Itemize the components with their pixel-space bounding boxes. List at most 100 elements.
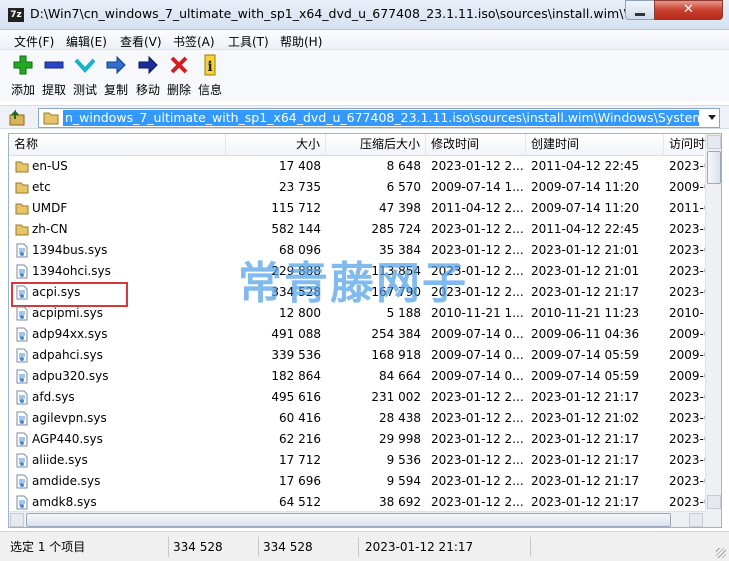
cell-packed-size: 28 438 xyxy=(379,411,421,425)
menu-tools[interactable]: 工具(T) xyxy=(228,33,269,50)
close-button[interactable]: ✕ xyxy=(654,0,723,20)
scroll-right-icon[interactable] xyxy=(689,513,703,527)
menu-file[interactable]: 文件(F) xyxy=(14,33,54,50)
column-size[interactable]: 大小 xyxy=(226,134,326,156)
cell-modified: 2009-07-14 0... xyxy=(431,348,524,362)
cell-size: 17 696 xyxy=(279,474,321,488)
cell-created: 2023-01-12 21:02 xyxy=(531,411,640,425)
cell-modified: 2023-01-12 2... xyxy=(431,453,524,467)
vertical-scrollbar[interactable] xyxy=(705,134,721,511)
minimize-button[interactable] xyxy=(625,0,655,20)
file-row[interactable]: AGP440.sys 62 216 29 998 2023-01-12 2... 202… xyxy=(9,429,712,450)
address-dropdown-icon[interactable] xyxy=(708,115,716,120)
cell-created: 2010-11-21 11:23 xyxy=(531,306,640,320)
column-name[interactable]: 名称 xyxy=(9,134,226,156)
file-row[interactable]: adpu320.sys 182 864 84 664 2009-07-14 0... 2… xyxy=(9,366,712,387)
toolbar: 添加 提取 测试 复制 移动 删除 i 信息 xyxy=(0,50,729,102)
cell-name: adp94xx.sys xyxy=(32,327,108,341)
cell-created: 2011-04-12 22:45 xyxy=(531,159,640,173)
address-path[interactable]: n_windows_7_ultimate_with_sp1_x64_dvd_u_… xyxy=(63,110,699,126)
file-row[interactable]: amdide.sys 17 696 9 594 2023-01-12 2... 2023… xyxy=(9,471,712,492)
cell-size: 60 416 xyxy=(279,411,321,425)
scroll-left-icon[interactable] xyxy=(10,513,24,527)
app-icon: 7z xyxy=(8,8,24,22)
cell-packed-size: 231 002 xyxy=(371,390,421,404)
move-icon xyxy=(138,55,158,75)
cell-name: etc xyxy=(32,180,51,194)
cell-size: 64 512 xyxy=(279,495,321,509)
cell-name: adpahci.sys xyxy=(32,348,103,362)
status-size: 334 528 xyxy=(168,537,256,557)
cell-modified: 2023-01-12 2... xyxy=(431,474,524,488)
delete-icon xyxy=(170,56,188,74)
add-button[interactable]: 添加 xyxy=(8,54,38,98)
cell-size: 491 088 xyxy=(271,327,321,341)
move-button[interactable]: 移动 xyxy=(133,54,163,98)
menu-edit[interactable]: 编辑(E) xyxy=(66,33,107,50)
cell-modified: 2009-07-14 0... xyxy=(431,369,524,383)
file-list[interactable]: 名称 大小 压缩后大小 修改时间 创建时间 访问时 en-US 17 408 8 6… xyxy=(8,133,722,528)
cell-packed-size: 254 384 xyxy=(371,327,421,341)
copy-button[interactable]: 复制 xyxy=(101,54,131,98)
menu-bookmarks[interactable]: 书签(A) xyxy=(173,33,215,50)
file-row[interactable]: UMDF 115 712 47 398 2011-04-12 2... 2009-07-… xyxy=(9,198,712,219)
horizontal-scroll-thumb[interactable] xyxy=(26,513,671,527)
cell-packed-size: 84 664 xyxy=(379,369,421,383)
test-icon xyxy=(74,58,96,73)
file-row[interactable]: zh-CN 582 144 285 724 2023-01-12 2... 2011-0… xyxy=(9,219,712,240)
file-row[interactable]: etc 23 735 6 570 2009-07-14 1... 2009-07-14 … xyxy=(9,177,712,198)
cell-packed-size: 285 724 xyxy=(371,222,421,236)
column-created[interactable]: 创建时间 xyxy=(526,134,664,156)
file-row[interactable]: amdk8.sys 64 512 38 692 2023-01-12 2... 2023… xyxy=(9,492,712,513)
address-field[interactable]: n_windows_7_ultimate_with_sp1_x64_dvd_u_… xyxy=(38,108,720,128)
file-row[interactable]: agilevpn.sys 60 416 28 438 2023-01-12 2... 2… xyxy=(9,408,712,429)
address-bar: n_windows_7_ultimate_with_sp1_x64_dvd_u_… xyxy=(0,105,729,129)
watermark: 常青藤网子 xyxy=(238,258,468,309)
cell-modified: 2023-01-12 2... xyxy=(431,411,524,425)
cell-created: 2009-06-11 04:36 xyxy=(531,327,640,341)
cell-packed-size: 29 998 xyxy=(379,432,421,446)
cell-created: 2023-01-12 21:01 xyxy=(531,264,640,278)
cell-packed-size: 9 594 xyxy=(386,474,421,488)
file-row[interactable]: afd.sys 495 616 231 002 2023-01-12 2... 2023… xyxy=(9,387,712,408)
info-button[interactable]: i 信息 xyxy=(195,54,225,98)
cell-size: 62 216 xyxy=(279,432,321,446)
vertical-scroll-thumb[interactable] xyxy=(707,151,721,184)
column-modified[interactable]: 修改时间 xyxy=(426,134,526,156)
delete-button[interactable]: 删除 xyxy=(164,54,194,98)
cell-modified: 2023-01-12 2... xyxy=(431,159,524,173)
cell-packed-size: 8 648 xyxy=(386,159,421,173)
file-row[interactable]: en-US 17 408 8 648 2023-01-12 2... 2011-04-1… xyxy=(9,156,712,177)
add-icon xyxy=(13,55,33,75)
scroll-down-icon[interactable] xyxy=(707,495,721,509)
scroll-corner xyxy=(705,511,721,527)
resize-grip[interactable] xyxy=(716,548,726,558)
cell-name: afd.sys xyxy=(32,390,75,404)
column-packed-size[interactable]: 压缩后大小 xyxy=(326,134,426,156)
file-row[interactable]: adp94xx.sys 491 088 254 384 2009-07-14 0...… xyxy=(9,324,712,345)
horizontal-scrollbar[interactable] xyxy=(9,511,705,527)
cell-modified: 2023-01-12 2... xyxy=(431,495,524,509)
extract-icon xyxy=(44,61,64,69)
status-selected: 选定 1 个项目 xyxy=(10,540,86,554)
menu-help[interactable]: 帮助(H) xyxy=(280,33,322,50)
cell-packed-size: 38 692 xyxy=(379,495,421,509)
add-label: 添加 xyxy=(10,83,35,97)
menu-view[interactable]: 查看(V) xyxy=(120,33,162,50)
cell-created: 2009-07-14 05:59 xyxy=(531,369,640,383)
svg-text:i: i xyxy=(207,59,212,75)
cell-name: 1394bus.sys xyxy=(32,243,108,257)
extract-label: 提取 xyxy=(41,83,66,97)
test-button[interactable]: 测试 xyxy=(70,54,100,98)
file-row[interactable]: adpahci.sys 339 536 168 918 2009-07-14 0...… xyxy=(9,345,712,366)
status-empty xyxy=(530,537,729,557)
up-folder-icon[interactable] xyxy=(8,109,28,126)
cell-modified: 2023-01-12 2... xyxy=(431,390,524,404)
info-icon: i xyxy=(204,54,216,76)
scroll-up-icon[interactable] xyxy=(707,135,721,149)
delete-label: 删除 xyxy=(166,83,191,97)
status-modified: 2023-01-12 21:17 xyxy=(358,537,528,557)
cell-name: aliide.sys xyxy=(32,453,88,467)
extract-button[interactable]: 提取 xyxy=(39,54,69,98)
file-row[interactable]: aliide.sys 17 712 9 536 2023-01-12 2... 2023… xyxy=(9,450,712,471)
